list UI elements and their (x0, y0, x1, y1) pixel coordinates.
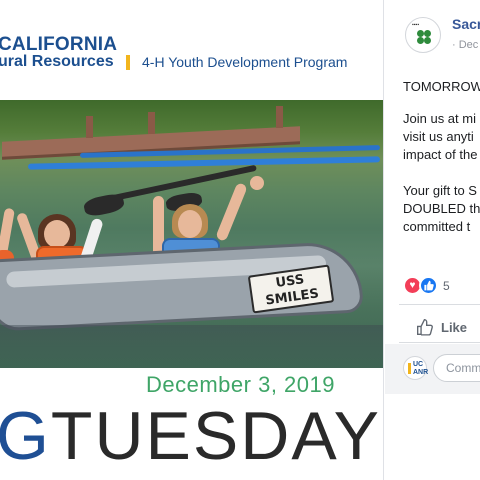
divider (399, 304, 480, 305)
giving-tuesday-headline: GTUESDAY (0, 396, 381, 476)
page-avatar[interactable]: ▪▪▪▪ (405, 17, 441, 53)
gold-divider-bar (126, 55, 130, 70)
comment-composer: UC ANR Comm (385, 344, 480, 394)
event-date: December 3, 2019 (146, 372, 335, 397)
avatar-gold-bar (408, 363, 411, 374)
paddle-blade (82, 192, 126, 218)
image-banner: CALIFORNIA ural Resources 4-H Youth Deve… (0, 0, 383, 100)
divider (399, 342, 480, 343)
program-name: 4-H Youth Development Program (142, 54, 348, 70)
reaction-count: 5 (443, 279, 450, 293)
thumbs-up-icon (419, 276, 438, 295)
thumbs-up-outline-icon (417, 319, 433, 336)
like-label: Like (441, 320, 468, 335)
post-text-line: TOMORROW (403, 79, 480, 94)
post-details-panel: ▪▪▪▪ Sacr · Dec TOMORROW Join us at mi v… (385, 0, 480, 480)
avatar-caption: ▪▪▪▪ (412, 22, 420, 28)
page-name-link[interactable]: Sacr (452, 16, 480, 32)
arm (215, 182, 248, 242)
post-text-line: committed t (403, 219, 471, 234)
face (178, 210, 202, 238)
buoy-line (27, 156, 381, 170)
canoe-photo: USS SMILES (0, 100, 383, 368)
water-reflection (0, 325, 383, 368)
post-text-line: DOUBLED th (403, 201, 480, 216)
comment-input[interactable]: Comm (433, 354, 480, 382)
post-text-line: Join us at mi (403, 111, 476, 126)
post-timestamp[interactable]: · Dec (452, 39, 478, 51)
post-text-line: impact of the (403, 147, 478, 162)
commenter-avatar: UC ANR (403, 356, 429, 380)
face (44, 220, 70, 248)
fist (250, 176, 264, 190)
dock-post (276, 106, 283, 128)
post-image[interactable]: CALIFORNIA ural Resources 4-H Youth Deve… (0, 0, 384, 480)
post-text-line: Your gift to S (403, 183, 477, 198)
headline-letter-g: G (0, 398, 51, 474)
headline-tuesday: TUESDAY (50, 398, 382, 474)
dock-post (86, 116, 93, 138)
4h-clover-icon (417, 30, 431, 44)
dock-post (148, 112, 155, 134)
uc-anr-logo: UC ANR (413, 361, 429, 376)
natural-resources-wordmark: ural Resources (0, 53, 114, 70)
post-text-line: visit us anyti (403, 129, 474, 144)
